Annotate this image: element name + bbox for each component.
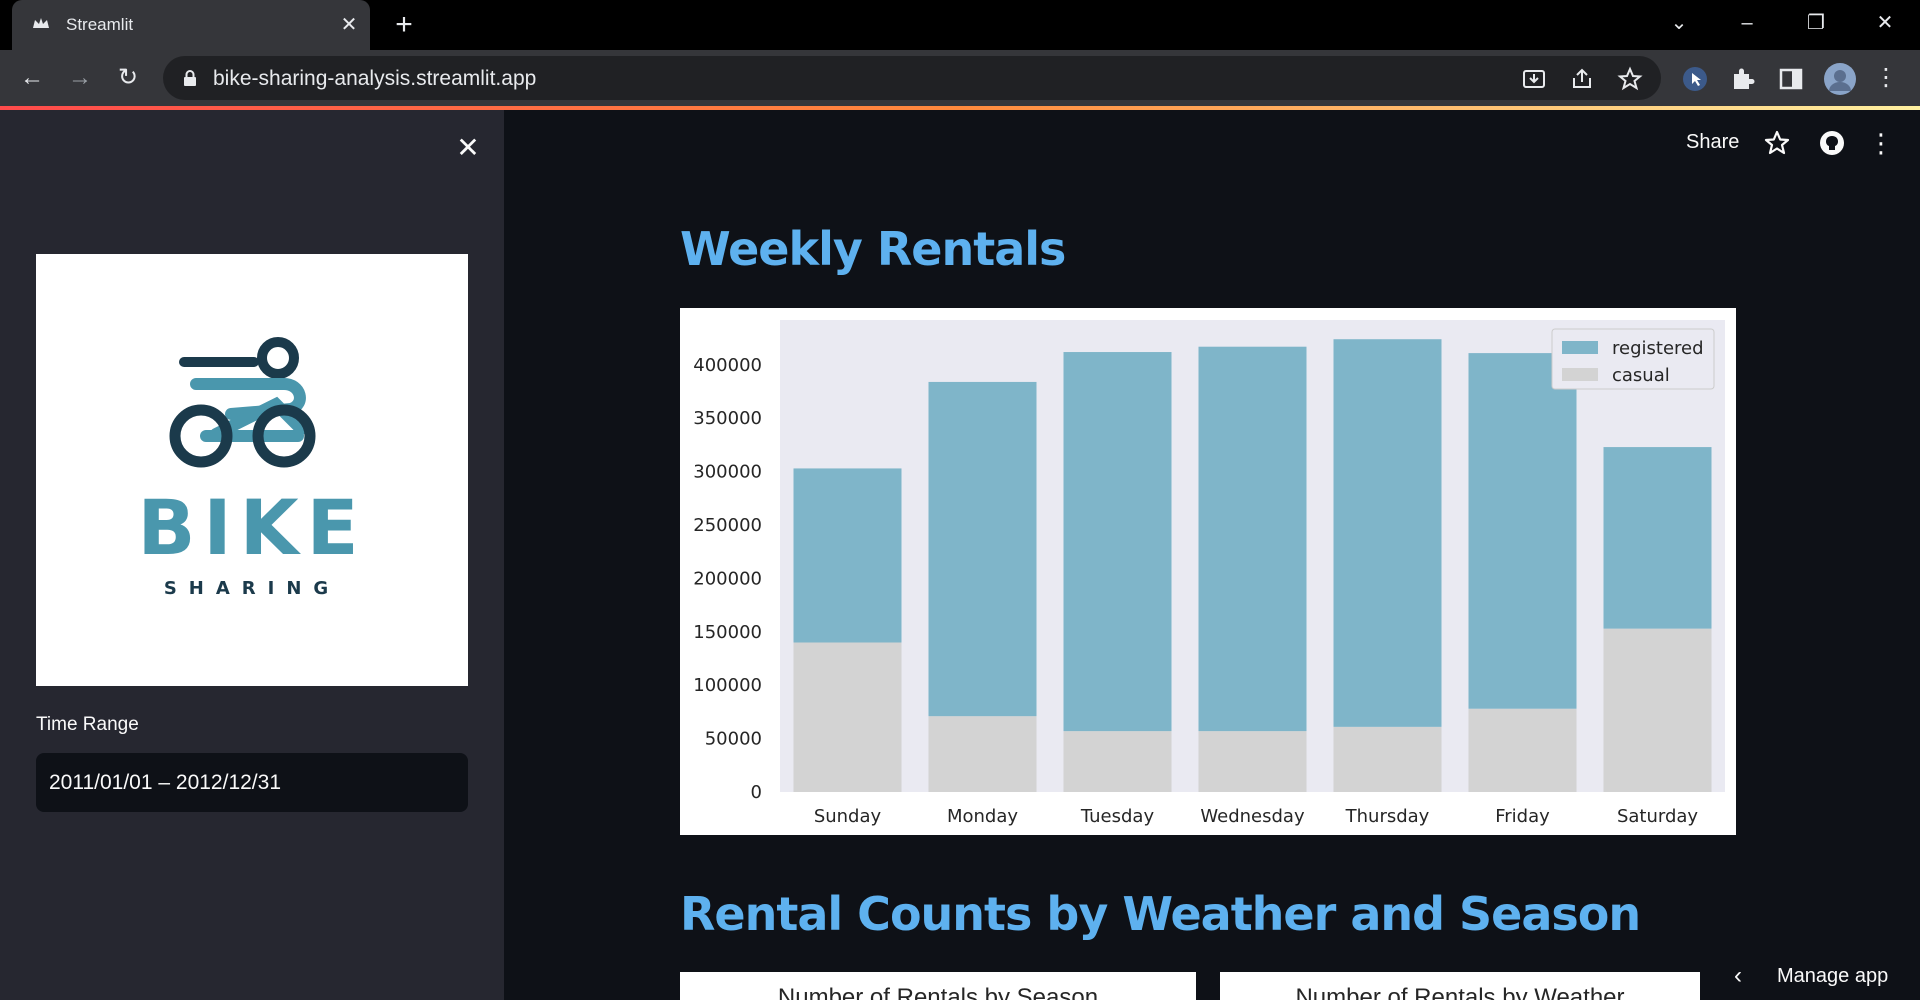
weekly-rentals-heading: Weekly Rentals [680,222,1066,276]
bar-registered [928,381,1037,717]
tab-search-icon[interactable]: ⌄ [1659,8,1699,38]
x-tick-label: Sunday [814,806,882,827]
weather-chart: Number of Rentals by Weather [1220,972,1700,1000]
x-tick-label: Saturday [1617,806,1698,827]
tab-close-icon[interactable]: ✕ [336,12,362,38]
browser-tab-strip: Streamlit ✕ + ⌄ – ❐ ✕ [0,0,1920,51]
favorite-star-icon[interactable] [1762,128,1792,158]
url-text: bike-sharing-analysis.streamlit.app [213,67,537,90]
chrome-menu-icon[interactable]: ⋮ [1868,60,1904,96]
address-bar[interactable]: bike-sharing-analysis.streamlit.app [163,56,1661,100]
time-range-date-input[interactable]: 2011/01/01 – 2012/12/31 [36,753,468,812]
y-tick-label: 400000 [693,355,762,376]
github-icon[interactable] [1817,128,1847,158]
bike-logo-icon: BIKE SHARING [137,337,366,599]
logo-word-bike: BIKE [137,483,366,572]
x-tick-label: Tuesday [1080,806,1155,827]
x-tick-label: Monday [947,806,1018,827]
browser-toolbar: ← → ↻ bike-sharing-analysis.streamlit.ap… [0,50,1920,106]
bike-sharing-logo: BIKE SHARING [36,254,468,686]
bar-registered [1063,352,1172,732]
sidebar: ✕ BIKE SHARING Time Range 2011/01/01 – 2… [0,110,504,1000]
bar-casual [1603,628,1712,792]
legend-swatch-casual [1562,368,1598,381]
bookmark-star-icon[interactable] [1617,66,1643,92]
y-tick-label: 100000 [693,675,762,696]
streamlit-crown-icon [33,18,49,28]
weather-chart-title: Number of Rentals by Weather [1295,984,1625,1000]
back-icon[interactable]: ← [14,60,50,96]
tab-title: Streamlit [66,15,134,34]
y-tick-label: 300000 [693,462,762,483]
new-tab-button[interactable]: + [389,10,419,41]
app-menu-icon[interactable]: ⋮ [1868,128,1894,158]
side-panel-icon[interactable] [1777,65,1805,93]
forward-icon[interactable]: → [62,60,98,96]
bar-casual [1333,726,1442,792]
bar-registered [1198,346,1307,732]
sidebar-close-icon[interactable]: ✕ [452,132,484,164]
share-page-icon[interactable] [1569,66,1595,92]
x-tick-label: Friday [1495,806,1550,827]
legend-label-casual: casual [1612,365,1670,386]
weather-season-heading: Rental Counts by Weather and Season [680,887,1641,941]
reload-icon[interactable]: ↻ [110,60,146,96]
bar-registered [1468,353,1577,709]
extension-cursor-icon[interactable] [1681,65,1709,93]
profile-avatar[interactable] [1824,63,1856,95]
close-window-button[interactable]: ✕ [1865,8,1905,38]
bar-casual [1468,708,1577,792]
logo-word-sharing: SHARING [164,578,340,599]
legend-swatch-registered [1562,341,1598,354]
bar-registered [1333,339,1442,727]
x-tick-label: Wednesday [1200,806,1305,827]
y-tick-label: 0 [751,782,762,803]
bar-casual [793,642,902,792]
minimize-button[interactable]: – [1727,8,1767,38]
season-chart: Number of Rentals by Season [680,972,1196,1000]
y-tick-label: 200000 [693,568,762,589]
weekly-rentals-svg: 0 50000 100000 150000 200000 250000 300000 3500… [693,320,1725,827]
weekly-rentals-chart: 0 50000 100000 150000 200000 250000 300000 3500… [680,308,1736,835]
season-chart-title: Number of Rentals by Season [777,984,1099,1000]
time-range-label: Time Range [36,714,139,735]
manage-app-button[interactable]: Manage app [1777,965,1888,988]
y-tick-label: 150000 [693,622,762,643]
main-content: Share ⋮ Weekly Rentals 0 50000 100000 15000… [504,110,1920,1000]
browser-tab[interactable]: Streamlit ✕ [12,0,370,51]
chevron-left-icon[interactable]: ‹ [1734,962,1742,990]
x-tick-label: Thursday [1345,806,1430,827]
share-button[interactable]: Share [1686,131,1739,154]
y-tick-label: 350000 [693,408,762,429]
extensions-puzzle-icon[interactable] [1729,65,1757,93]
bar-registered [1603,447,1712,629]
y-tick-label: 250000 [693,515,762,536]
install-app-icon[interactable] [1521,66,1547,92]
y-tick-label: 50000 [705,729,762,750]
lock-icon [184,70,196,86]
bar-registered [793,468,902,643]
restore-button[interactable]: ❐ [1796,8,1836,38]
bar-casual [1198,731,1307,792]
bar-casual [1063,731,1172,792]
bar-casual [928,716,1037,792]
legend-label-registered: registered [1612,338,1704,359]
